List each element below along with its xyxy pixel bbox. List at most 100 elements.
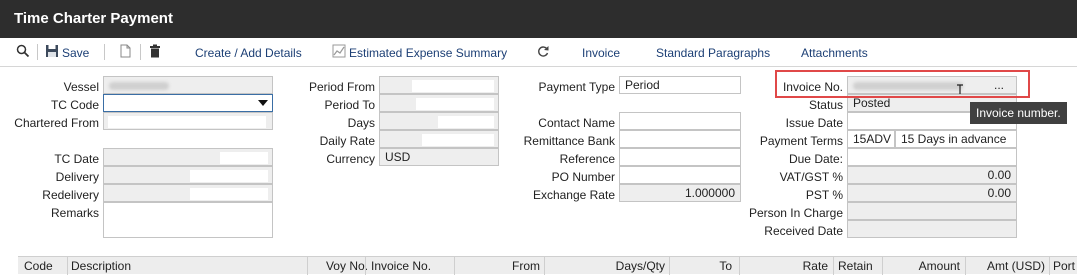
column-divider[interactable] [669,257,670,275]
field-inner [438,116,494,128]
redacted-value [109,81,169,90]
delivery-field[interactable] [103,166,273,184]
toolbar-divider [37,44,38,60]
payment-type-field[interactable]: Period [619,76,741,94]
currency-field[interactable]: USD [379,148,499,166]
vessel-field[interactable] [103,76,273,94]
column-header-retain[interactable]: Retain [838,259,873,273]
column-header-port[interactable]: Port [1053,259,1075,273]
field-inner [190,188,268,200]
due-date-field[interactable] [847,148,1017,166]
chevron-down-icon[interactable] [258,100,268,106]
column-divider[interactable] [365,257,366,275]
column-header-invoice-no[interactable]: Invoice No. [371,259,431,273]
payment-terms-code-field[interactable]: 15ADV [847,130,895,148]
due-date-label: Due Date: [788,152,843,166]
redelivery-label: Redelivery [42,188,99,202]
column-header-voy-no[interactable]: Voy No. [326,259,368,273]
pst-field[interactable]: 0.00 [847,184,1017,202]
column-header-from[interactable]: From [512,259,540,273]
window-title-bar: Time Charter Payment [0,0,1077,38]
issue-date-label: Issue Date [785,116,843,130]
pst-label: PST % [805,188,843,202]
period-from-field[interactable] [379,76,499,94]
remittance-bank-label: Remittance Bank [523,134,615,148]
period-from-label: Period From [308,80,375,94]
column-divider[interactable] [454,257,455,275]
column-header-days-qty[interactable]: Days/Qty [616,259,665,273]
vessel-label: Vessel [63,80,99,94]
remarks-textarea[interactable] [103,202,273,238]
exchange-rate-field[interactable]: 1.000000 [619,184,741,202]
create-add-details-button[interactable]: Create / Add Details [195,46,302,60]
document-icon[interactable] [118,44,132,58]
payment-terms-description-field[interactable]: 15 Days in advance [895,130,1017,148]
invoice-button[interactable]: Invoice [582,46,620,60]
attachments-button[interactable]: Attachments [801,46,868,60]
currency-label: Currency [326,152,375,166]
daily-rate-label: Daily Rate [319,134,375,148]
invoice-no-tooltip: Invoice number. [970,102,1067,124]
column-header-to[interactable]: To [719,259,732,273]
status-label: Status [808,98,843,112]
column-header-code[interactable]: Code [24,259,53,273]
days-label: Days [347,116,375,130]
field-inner [108,116,266,128]
payment-type-label: Payment Type [538,80,616,94]
days-field[interactable] [379,112,499,130]
refresh-icon[interactable] [536,44,550,58]
standard-paragraphs-button[interactable]: Standard Paragraphs [656,46,770,60]
exchange-rate-label: Exchange Rate [532,188,615,202]
field-inner [220,152,268,164]
tc-code-label: TC Code [50,98,99,112]
estimated-expense-summary-button[interactable]: Estimated Expense Summary [349,46,507,60]
toolbar-divider [140,44,141,60]
tc-date-label: TC Date [54,152,99,166]
column-header-amt-usd[interactable]: Amt (USD) [987,259,1045,273]
save-icon[interactable] [45,44,59,58]
po-number-label: PO Number [551,170,615,184]
grid-header: Code Description Voy No. Invoice No. Fro… [18,256,1077,275]
column-header-rate[interactable]: Rate [803,259,828,273]
vat-gst-label: VAT/GST % [779,170,843,184]
column-divider[interactable] [739,257,740,275]
toolbar-divider [104,44,105,60]
remarks-label: Remarks [50,206,99,220]
person-in-charge-field[interactable] [847,202,1017,220]
field-inner [422,134,494,146]
received-date-field[interactable] [847,220,1017,238]
daily-rate-field[interactable] [379,130,499,148]
column-header-amount[interactable]: Amount [919,259,960,273]
reference-field[interactable] [619,148,741,166]
field-inner [190,170,268,182]
trash-icon[interactable] [148,44,162,58]
column-divider[interactable] [307,257,308,275]
delivery-label: Delivery [55,170,99,184]
search-icon[interactable] [16,44,30,58]
remittance-bank-field[interactable] [619,130,741,148]
field-inner [412,80,494,92]
column-divider[interactable] [544,257,545,275]
column-divider[interactable] [882,257,883,275]
period-to-field[interactable] [379,94,499,112]
chartered-from-label: Chartered From [14,116,99,130]
vat-gst-field[interactable]: 0.00 [847,166,1017,184]
field-inner [416,98,494,110]
po-number-field[interactable] [619,166,741,184]
column-divider[interactable] [965,257,966,275]
received-date-label: Received Date [764,224,843,238]
payment-terms-label: Payment Terms [759,134,843,148]
contact-name-field[interactable] [619,112,741,130]
column-divider[interactable] [1049,257,1050,275]
column-divider[interactable] [67,257,68,275]
contact-name-label: Contact Name [538,116,615,130]
save-button[interactable]: Save [62,46,89,60]
column-divider[interactable] [833,257,834,275]
tc-date-field[interactable] [103,148,273,166]
invoice-no-highlight [775,70,1030,98]
tc-code-dropdown[interactable] [103,94,273,112]
column-header-description[interactable]: Description [71,259,131,273]
redelivery-field[interactable] [103,184,273,202]
reference-label: Reference [559,152,615,166]
chartered-from-field[interactable] [103,112,273,130]
